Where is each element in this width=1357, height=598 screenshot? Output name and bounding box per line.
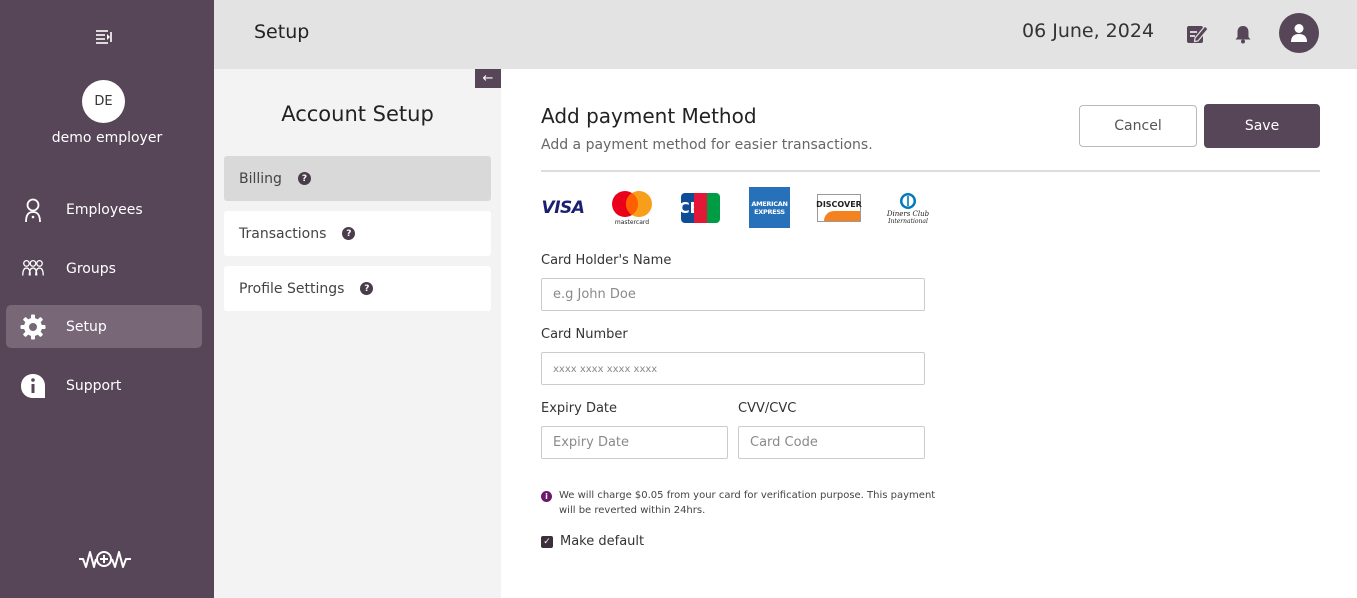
- tab-profile-settings[interactable]: Profile Settings ?: [224, 266, 491, 311]
- profile-button[interactable]: [1279, 13, 1319, 53]
- user-name: demo employer: [51, 130, 163, 146]
- collapse-panel-button[interactable]: ←: [475, 69, 501, 88]
- jcb-logo: JCB: [679, 187, 721, 229]
- sidebar-item-support[interactable]: Support: [6, 364, 202, 407]
- mastercard-logo: mastercard: [608, 187, 656, 229]
- cancel-button[interactable]: Cancel: [1079, 105, 1197, 147]
- amex-logo: AMERICAN EXPRESS: [749, 187, 790, 228]
- user-icon: [1290, 23, 1308, 43]
- save-button[interactable]: Save: [1204, 104, 1320, 148]
- tab-label: Transactions: [239, 225, 327, 242]
- info-icon: [20, 373, 46, 399]
- sidebar-item-label: Setup: [66, 318, 107, 335]
- current-date: 06 June, 2024: [1022, 20, 1155, 42]
- visa-logo: VISA: [541, 198, 585, 218]
- sidebar-item-employees[interactable]: Employees: [6, 188, 202, 231]
- brand-logo: [78, 547, 132, 573]
- panel-title: Account Setup: [281, 102, 434, 126]
- form-title: Add payment Method: [541, 104, 757, 128]
- groups-icon: [20, 256, 46, 282]
- avatar[interactable]: DE: [82, 80, 125, 123]
- expiry-date-label: Expiry Date: [541, 401, 618, 416]
- discover-logo: DISCOVER: [816, 187, 862, 229]
- help-icon[interactable]: ?: [342, 227, 356, 240]
- bell-icon[interactable]: [1230, 21, 1256, 47]
- form-subtitle: Add a payment method for easier transact…: [541, 137, 873, 153]
- cvv-label: CVV/CVC: [738, 401, 797, 416]
- tab-label: Billing: [239, 170, 282, 187]
- sidebar-item-setup[interactable]: Setup: [6, 305, 202, 348]
- gear-icon: [20, 314, 46, 340]
- sidebar-item-label: Groups: [66, 260, 116, 277]
- top-bar: Setup 06 June, 2024: [214, 0, 1357, 69]
- make-default-checkbox[interactable]: ✓: [541, 535, 553, 548]
- account-setup-panel: ← Account Setup Billing ? Transactions ?…: [214, 69, 501, 598]
- expiry-date-input[interactable]: [541, 426, 728, 459]
- card-number-input[interactable]: [541, 352, 925, 385]
- menu-toggle-icon[interactable]: [94, 27, 114, 47]
- help-icon[interactable]: ?: [297, 172, 311, 185]
- sidebar-item-label: Employees: [66, 201, 143, 218]
- tab-label: Profile Settings: [239, 280, 345, 297]
- card-number-label: Card Number: [541, 327, 628, 342]
- main-content: Add payment Method Add a payment method …: [501, 69, 1357, 598]
- card-holder-label: Card Holder's Name: [541, 253, 672, 268]
- employee-icon: [20, 197, 46, 223]
- tab-transactions[interactable]: Transactions ?: [224, 211, 491, 256]
- make-default-label: Make default: [560, 534, 645, 549]
- sidebar-item-groups[interactable]: Groups: [6, 247, 202, 290]
- cvv-input[interactable]: [738, 426, 925, 459]
- sidebar-item-label: Support: [66, 377, 122, 394]
- edit-note-icon[interactable]: [1184, 21, 1210, 47]
- make-default-row[interactable]: ✓ Make default: [541, 534, 644, 549]
- info-circle-icon: i: [541, 491, 552, 502]
- card-holder-input[interactable]: [541, 278, 925, 311]
- page-title: Setup: [254, 21, 310, 43]
- jcb-text: JCB: [680, 193, 701, 223]
- diners-club-logo: Diners Club International: [884, 187, 932, 229]
- sidebar: DE demo employer Employees Groups Setup …: [0, 0, 214, 598]
- divider: [541, 170, 1320, 172]
- verification-note: i We will charge $0.05 from your card fo…: [541, 488, 941, 518]
- tab-billing[interactable]: Billing ?: [224, 156, 491, 201]
- verification-text: We will charge $0.05 from your card for …: [559, 490, 936, 516]
- help-icon[interactable]: ?: [360, 282, 374, 295]
